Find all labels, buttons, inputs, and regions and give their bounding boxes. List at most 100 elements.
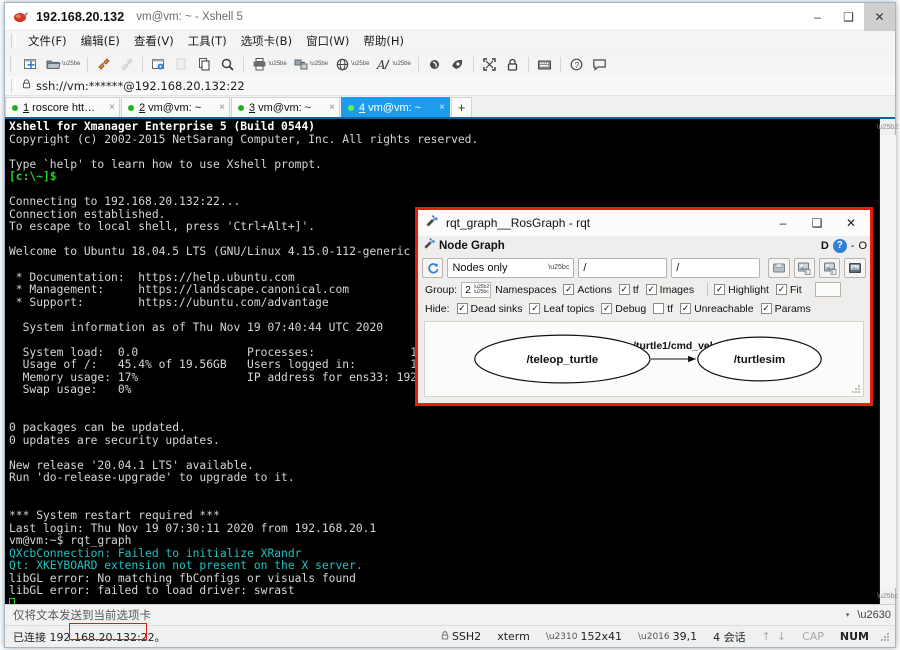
tf-checkbox[interactable]: ✓ tf [618, 284, 639, 296]
leaf-topics-checkbox[interactable]: ✓ Leaf topics [529, 303, 594, 315]
scroll-up-icon[interactable]: \u25b2 [877, 119, 898, 135]
chat-icon[interactable] [589, 54, 610, 74]
menu-view[interactable]: 查看(V) [127, 31, 181, 51]
rqt-close-button[interactable]: ✕ [834, 211, 868, 235]
print-icon[interactable] [249, 54, 270, 74]
params-checkbox[interactable]: ✓ Params [760, 303, 811, 315]
rqt-resize-grip[interactable] [851, 384, 861, 394]
refresh-icon[interactable] [422, 257, 444, 278]
debug-checkbox[interactable]: ✓ Debug [601, 303, 646, 315]
rqt-maximize-button[interactable]: ❑ [800, 211, 834, 235]
address-bar[interactable]: ssh://vm:******@192.168.20.132:22 [5, 76, 895, 96]
images-checkbox[interactable]: ✓ Images [645, 284, 694, 296]
tab-status-dot-icon [128, 104, 134, 111]
close-button[interactable]: ✕ [864, 3, 895, 31]
ros-node-graph-canvas[interactable]: /turtle1/cmd_vel/teleop_turtle/turtlesim [424, 321, 864, 397]
chevron-down-icon[interactable]: ▾ [846, 611, 858, 619]
spinbox-arrows[interactable]: \u25b2 \u25bc [474, 283, 489, 297]
addressbar-grip[interactable] [11, 79, 16, 92]
menu-tools[interactable]: 工具(T) [181, 31, 234, 51]
tab-3-close-icon[interactable]: × [321, 102, 335, 113]
fit-checkbox[interactable]: ✓ Fit [775, 284, 802, 296]
highlight-checkbox[interactable]: ✓ Highlight [714, 284, 769, 296]
find-icon[interactable] [217, 54, 238, 74]
actions-checkbox[interactable]: ✓ Actions [563, 284, 612, 296]
checkbox-icon: ✓ [456, 303, 468, 314]
transfer-icon[interactable] [291, 54, 312, 74]
node-filter-input[interactable]: / [671, 257, 761, 278]
help-icon[interactable]: ? [566, 54, 587, 74]
resize-icon: \u2310 [545, 631, 578, 642]
dock-minimize-button[interactable]: - [851, 240, 855, 252]
tab-1[interactable]: 1 roscore http://vm:113... × [5, 97, 120, 117]
help-icon[interactable]: ? [832, 238, 847, 253]
new-tab-button[interactable]: + [451, 97, 472, 117]
tab-1-close-icon[interactable]: × [101, 102, 115, 113]
new-session-icon[interactable] [20, 54, 41, 74]
copy-icon[interactable] [194, 54, 215, 74]
dock-detach-button[interactable]: D [821, 240, 829, 252]
hide-tf-label: tf [667, 302, 674, 315]
graph-node-label[interactable]: /teleop_turtle [526, 354, 598, 366]
save-svg-icon[interactable]: I [819, 257, 841, 278]
menu-file[interactable]: 文件(F) [21, 31, 74, 51]
session-properties-icon[interactable] [148, 54, 169, 74]
graph-node-label[interactable]: /turtlesim [734, 354, 785, 366]
open-folder-caret-icon[interactable]: \u25be [62, 61, 80, 67]
load-image-icon[interactable] [844, 257, 866, 278]
connect-icon[interactable] [93, 54, 114, 74]
tab-4[interactable]: 4 vm@vm: ~ × [341, 97, 450, 117]
namespaces-checkbox[interactable]: Namespaces [495, 284, 556, 296]
open-folder-icon[interactable] [43, 54, 64, 74]
compose-icon[interactable] [447, 54, 468, 74]
log-icon[interactable] [424, 54, 445, 74]
tab-2-close-icon[interactable]: × [211, 102, 225, 113]
tab-status-dot-icon [238, 104, 244, 111]
menu-edit[interactable]: 编辑(E) [74, 31, 127, 51]
dock-close-button[interactable]: O [858, 240, 867, 252]
status-terminal-type: xterm [497, 630, 530, 643]
keyboard-icon[interactable] [534, 54, 555, 74]
tab-2[interactable]: 2 vm@vm: ~ × [121, 97, 230, 117]
terminal-scrollbar[interactable]: \u25b2 \u25bc [877, 119, 898, 604]
resize-grip[interactable] [879, 631, 891, 643]
scrollbar-track[interactable] [879, 135, 896, 588]
rqt-icon [425, 214, 439, 233]
tab-3[interactable]: 3 vm@vm: ~ × [231, 97, 340, 117]
menu-help[interactable]: 帮助(H) [356, 31, 411, 51]
transfer-caret-icon[interactable]: \u25be [310, 61, 328, 67]
hamburger-icon[interactable]: \u2630 [857, 609, 891, 621]
maximize-button[interactable]: ❑ [833, 3, 864, 31]
fullscreen-icon[interactable] [479, 54, 500, 74]
group-spinbox[interactable]: 2 \u25b2 \u25bc [461, 281, 492, 298]
extra-button[interactable] [814, 282, 841, 297]
topic-filter-input[interactable]: / [578, 257, 668, 278]
print-caret-icon[interactable]: \u25be [268, 61, 286, 67]
terminal-text: Qt: XKEYBOARD extension not present on t… [9, 559, 363, 573]
unreachable-checkbox[interactable]: ✓ Unreachable [680, 303, 754, 315]
scroll-down-icon[interactable]: \u25bc [877, 588, 898, 604]
font-caret-icon[interactable]: \u25be [392, 61, 410, 67]
web-caret-icon[interactable]: \u25be [351, 61, 369, 67]
rqt-minimize-button[interactable]: – [766, 211, 800, 235]
menu-window[interactable]: 窗口(W) [299, 31, 356, 51]
menu-tabs[interactable]: 选项卡(B) [234, 31, 299, 51]
toolbar-grip[interactable] [10, 56, 15, 72]
address-input[interactable]: ssh://vm:******@192.168.20.132:22 [36, 79, 245, 93]
hide-tf-checkbox[interactable]: tf [653, 303, 673, 315]
lock-icon[interactable] [502, 54, 523, 74]
web-icon[interactable] [332, 54, 353, 74]
tab-4-close-icon[interactable]: × [431, 102, 445, 113]
send-to-bar[interactable]: 仅将文本发送到当前选项卡 ▾ \u2630 [5, 604, 895, 625]
terminal-cursor [9, 597, 15, 604]
minimize-button[interactable]: – [802, 3, 833, 31]
save-image-icon[interactable]: I [793, 257, 816, 278]
menubar-grip[interactable] [11, 34, 16, 48]
minimize-icon: – [814, 10, 821, 24]
graph-filter-select[interactable]: Nodes only \u25bc [447, 257, 575, 278]
font-icon[interactable]: A [373, 54, 394, 74]
dead-sinks-checkbox[interactable]: ✓ Dead sinks [456, 303, 522, 315]
tab-status-dot-icon [12, 104, 18, 111]
save-dot-icon[interactable] [768, 257, 790, 278]
